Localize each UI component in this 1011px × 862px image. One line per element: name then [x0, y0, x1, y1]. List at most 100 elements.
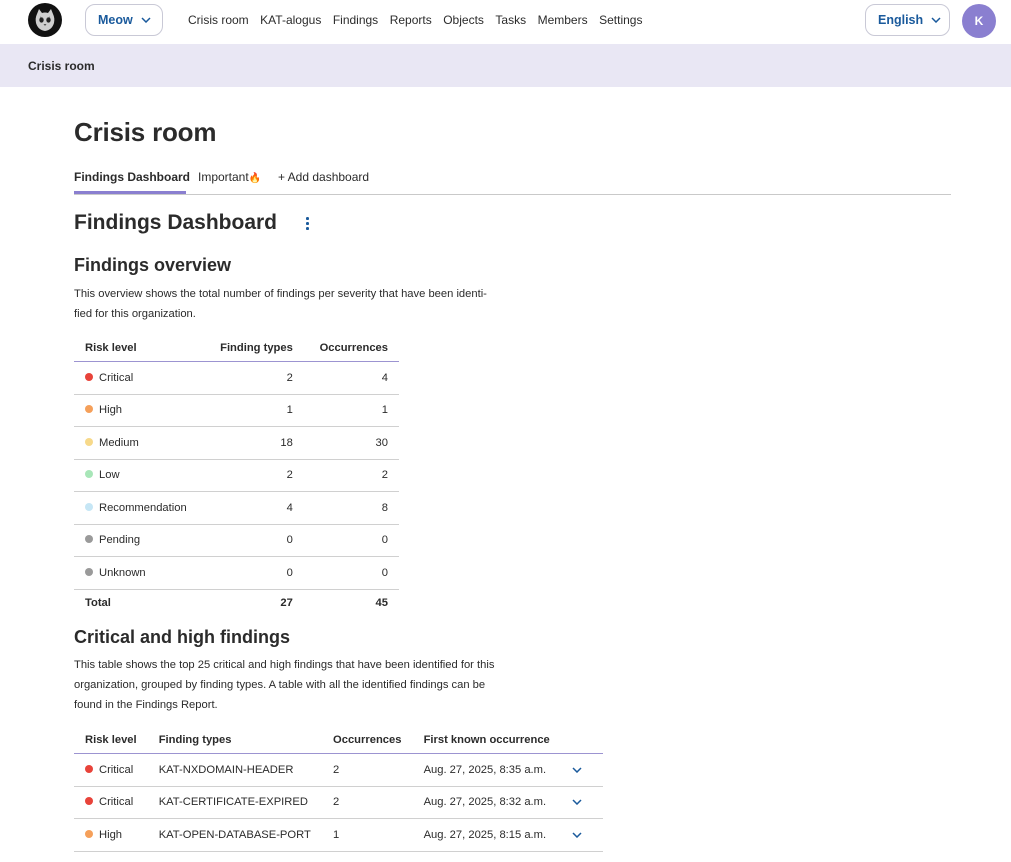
critical-high-findings-title: Critical and high findings — [74, 627, 290, 647]
total-finding-types: 27 — [280, 596, 293, 609]
risk-level-label: Low — [99, 469, 120, 482]
menu-item-crisis-room[interactable]: Crisis room — [188, 13, 249, 27]
avatar-initial: K — [974, 14, 984, 28]
occurrences-cell: 0 — [303, 524, 399, 557]
breadcrumb: Crisis room — [0, 44, 1011, 87]
risk-level-label: Pending — [99, 534, 141, 547]
chevron-down-icon — [141, 17, 151, 23]
table-row: Pending 0 0 — [74, 524, 399, 557]
risk-level-label: Unknown — [99, 566, 146, 579]
finding-type-cell: KAT-CERTIFICATE-EXPIRED — [147, 786, 323, 819]
first-known-occurrence-cell: Aug. 27, 2025, 8:32 a.m. — [412, 786, 561, 819]
occurrences-cell: 1 — [303, 394, 399, 427]
occurrences-cell: 8 — [303, 491, 399, 525]
table-row: High KAT-OPEN-DATABASE-PORT 1 Aug. 27, 2025… — [74, 818, 603, 852]
finding-types-cell: 18 — [204, 426, 304, 460]
occurrences-cell: 2 — [322, 753, 413, 787]
severity-dot-icon — [85, 502, 93, 511]
findings-overview-description: This overview shows the total number of … — [74, 284, 544, 324]
finding-types-cell: 2 — [204, 361, 304, 395]
findings-overview-title: Findings overview — [74, 255, 232, 275]
severity-dot-icon — [85, 764, 93, 773]
column-header-expand — [561, 727, 603, 754]
risk-level-cell: High — [74, 818, 148, 852]
cat-logo-icon[interactable] — [28, 3, 62, 37]
severity-dot-icon — [85, 535, 93, 544]
severity-dot-icon — [85, 797, 93, 806]
language-select-label: English — [878, 13, 924, 27]
table-row: High 1 1 — [74, 394, 399, 427]
table-row: Recommendation 4 8 — [74, 491, 399, 525]
risk-level-label: High — [99, 828, 123, 841]
user-avatar[interactable]: K — [962, 4, 996, 38]
column-header-occurrences: Occurrences — [303, 335, 399, 362]
expand-row-button[interactable] — [561, 786, 603, 819]
menu-item-reports[interactable]: Reports — [390, 13, 432, 27]
table-row: Low 2 2 — [74, 459, 399, 492]
risk-level-label: Medium — [99, 436, 139, 449]
risk-level-label: High — [99, 404, 123, 417]
occurrences-cell: 2 — [303, 459, 399, 492]
risk-level-label: Critical — [99, 763, 134, 776]
table-row: Critical KAT-NXDOMAIN-HEADER 2 Aug. 27, 202… — [74, 753, 603, 787]
organization-select-label: Meow — [98, 13, 133, 27]
risk-level-cell: Recommendation — [74, 491, 205, 525]
dashboard-tabs: Findings Dashboard Important🔥 + Add dash… — [74, 164, 951, 195]
critical-high-findings-description-line: organization, grouped by finding types. … — [74, 679, 486, 691]
total-label: Total — [85, 596, 111, 609]
finding-types-cell: 1 — [204, 394, 304, 427]
add-dashboard-button[interactable]: + Add dashboard — [278, 170, 369, 184]
first-known-occurrence-cell: Aug. 27, 2025, 8:35 a.m. — [412, 753, 561, 787]
finding-type-cell: KAT-NXDOMAIN-HEADER — [147, 753, 323, 787]
expand-row-button[interactable] — [561, 753, 603, 787]
chevron-down-icon — [572, 832, 582, 838]
top-navigation: Meow Crisis room KAT-alogus Findings Rep… — [0, 0, 1011, 44]
menu-item-members[interactable]: Members — [538, 13, 588, 27]
table-row: Critical 2 4 — [74, 361, 399, 395]
table-row: Medium 18 30 — [74, 426, 399, 460]
dashboard-options-icon[interactable] — [306, 217, 309, 230]
risk-level-cell: Critical — [74, 361, 205, 395]
risk-level-cell: Unknown — [74, 556, 205, 590]
expand-row-button[interactable] — [561, 818, 603, 852]
language-select[interactable]: English — [865, 4, 950, 36]
column-header-risk-level: Risk level — [74, 335, 205, 362]
occurrences-cell: 0 — [303, 556, 399, 590]
critical-high-findings-description-line: This table shows the top 25 critical and… — [74, 659, 495, 671]
tab-findings-dashboard[interactable]: Findings Dashboard — [74, 170, 190, 184]
risk-level-cell: Critical — [74, 786, 148, 819]
column-header-risk-level: Risk level — [74, 727, 148, 754]
chevron-down-icon — [931, 17, 941, 23]
column-header-finding-types: Finding types — [147, 727, 323, 754]
breadcrumb-item-crisis-room[interactable]: Crisis room — [28, 59, 95, 73]
severity-dot-icon — [85, 372, 93, 381]
severity-dot-icon — [85, 829, 93, 838]
main-menu: Crisis room KAT-alogus Findings Reports … — [188, 0, 654, 40]
menu-item-findings[interactable]: Findings — [333, 13, 378, 27]
risk-level-label: Critical — [99, 371, 134, 384]
organization-select[interactable]: Meow — [85, 4, 163, 36]
finding-types-cell: 2 — [204, 459, 304, 492]
menu-item-settings[interactable]: Settings — [599, 13, 642, 27]
tab-important[interactable]: Important🔥 — [198, 170, 261, 184]
critical-high-findings-description-line: found in the Findings Report. — [74, 699, 218, 711]
active-tab-indicator — [74, 191, 186, 194]
risk-level-cell: High — [74, 394, 205, 427]
table-header-row: Risk level Finding types Occurrences — [74, 335, 399, 362]
severity-dot-icon — [85, 405, 93, 414]
finding-types-cell: 0 — [204, 524, 304, 557]
severity-dot-icon — [85, 437, 93, 446]
risk-level-cell: Medium — [74, 426, 205, 460]
risk-level-label: Critical — [99, 796, 134, 809]
total-occurrences: 45 — [375, 596, 388, 609]
menu-item-kat-alogus[interactable]: KAT-alogus — [260, 13, 321, 27]
menu-item-objects[interactable]: Objects — [443, 13, 484, 27]
menu-item-tasks[interactable]: Tasks — [495, 13, 526, 27]
findings-overview-description-line: This overview shows the total number of … — [74, 288, 487, 300]
severity-dot-icon — [85, 470, 93, 479]
table-row: Critical KAT-CERTIFICATE-EXPIRED 2 Aug. 27,… — [74, 786, 603, 819]
table-total-row: Total 27 45 — [74, 589, 399, 616]
first-known-occurrence-cell: Aug. 27, 2025, 8:15 a.m. — [412, 818, 561, 852]
page-title: Crisis room — [74, 117, 217, 147]
findings-overview-description-line: fied for this organization. — [74, 308, 196, 320]
